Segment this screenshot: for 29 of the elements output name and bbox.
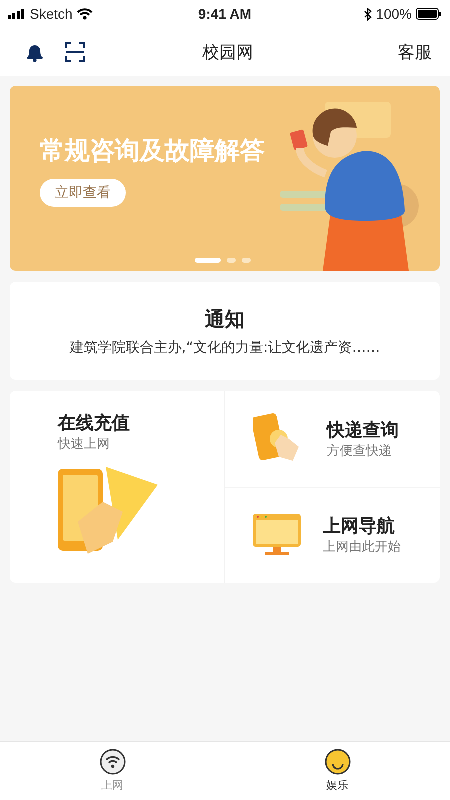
service-tile[interactable]: 在线充值 快速上网 bbox=[10, 391, 225, 583]
service-subtitle: 快速上网 bbox=[58, 436, 111, 453]
wifi-icon bbox=[100, 749, 126, 775]
view-now-button[interactable]: 立即查看 bbox=[40, 179, 126, 207]
banner[interactable]: 常规咨询及故障解答 立即查看 bbox=[10, 86, 440, 271]
status-time: 9:41 AM bbox=[198, 6, 252, 22]
signal-icon bbox=[8, 9, 26, 19]
wifi-icon bbox=[76, 8, 93, 20]
battery-icon bbox=[416, 8, 442, 20]
scan-icon[interactable] bbox=[64, 41, 86, 63]
monitor-icon bbox=[253, 514, 301, 556]
phone-card-icon bbox=[58, 467, 158, 557]
service-subtitle: 方便查快递 bbox=[327, 442, 393, 460]
service-title: 快递查询 bbox=[327, 418, 399, 442]
service-title: 上网导航 bbox=[323, 515, 396, 538]
service-tile[interactable]: 快递查询 方便查快递 bbox=[225, 391, 440, 488]
service-subtitle: 上网由此开始 bbox=[323, 539, 401, 556]
bluetooth-icon bbox=[364, 8, 372, 20]
smile-icon bbox=[324, 749, 350, 775]
service-title: 在线充值 bbox=[58, 412, 131, 435]
banner-title: 常规咨询及故障解答 bbox=[40, 135, 265, 167]
carrier-name: Sketch bbox=[30, 6, 73, 22]
tab-item[interactable]: 娱乐 bbox=[278, 742, 398, 800]
battery-percent: 100% bbox=[376, 6, 412, 22]
notice-text[interactable]: 建筑学院联合主办,“文化的力量:让文化遗产资…… bbox=[70, 338, 380, 356]
customer-service-button[interactable]: 客服 bbox=[342, 40, 432, 64]
notice-title: 通知 bbox=[205, 306, 245, 332]
service-tile[interactable]: 上网导航 上网由此开始 bbox=[225, 488, 440, 583]
page-title: 校园网 bbox=[202, 42, 254, 64]
